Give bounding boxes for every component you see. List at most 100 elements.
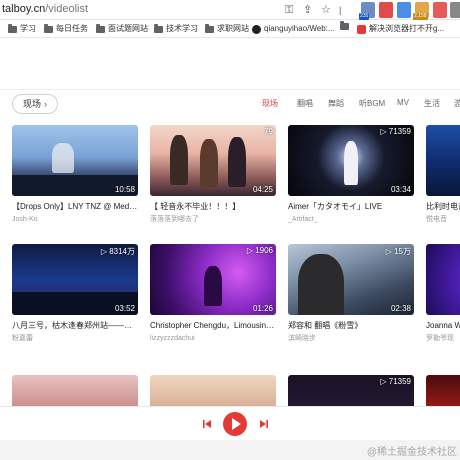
video-duration: 10:58	[114, 185, 135, 194]
video-thumbnail[interactable]	[150, 375, 276, 406]
video-thumbnail[interactable]	[426, 244, 460, 315]
video-author[interactable]: 悦电音	[426, 215, 460, 225]
tab-cover[interactable]: 翻唱	[297, 98, 313, 109]
video-thumbnail[interactable]	[426, 125, 460, 196]
star-icon[interactable]: ☆	[321, 3, 331, 17]
bookmark-jobs[interactable]: 求职网站	[205, 23, 249, 35]
extension-3-icon[interactable]	[397, 2, 411, 18]
video-card[interactable]: 比利时电音 悦电音	[426, 125, 460, 225]
tab-mv[interactable]: MV	[397, 98, 409, 107]
key-icon[interactable]: ⚿	[285, 3, 293, 17]
video-author[interactable]: 罗勒爷现	[426, 334, 460, 344]
video-card[interactable]: ▷ 15万 02:38 郑容和 翻唱《粉雪》 滨崎晓步	[288, 244, 414, 344]
character-figure	[200, 139, 218, 187]
video-thumbnail[interactable]: ▷ 71359 03:34	[288, 125, 414, 196]
video-thumbnail[interactable]: ▷ 1906 01:26	[150, 244, 276, 315]
bookmarks-bar: 学习 每日任务 面试题网站 技术学习 求职网站 qianguyihao/Web:…	[0, 20, 460, 38]
tab-game[interactable]: 游	[454, 98, 460, 109]
video-card[interactable]: 10:58 【Drops Only】LNY TNZ @ Medus... Jos…	[12, 125, 138, 225]
extension-1-badge: 235	[359, 13, 370, 20]
url-path: /videolist	[45, 3, 89, 15]
video-title[interactable]: 【 轻音永不毕业！！！】	[150, 201, 276, 212]
video-duration: 02:38	[390, 304, 411, 313]
extension-1-icon[interactable]: 235	[359, 2, 375, 20]
skip-previous-icon[interactable]	[202, 419, 212, 429]
player-bar	[0, 406, 460, 440]
bottom-strip: @稀土掘金技术社区	[0, 440, 460, 460]
address-bar[interactable]: talboy.cn/videolist ⚿ ⇪ ☆ | 235 2,158	[0, 0, 460, 20]
bookmark-tech[interactable]: 技术学习	[154, 23, 198, 35]
video-card[interactable]: ▷ 1906 01:26 Christopher Chengdu，Limousi…	[150, 244, 276, 344]
folder-icon	[340, 21, 349, 30]
play-icon[interactable]	[223, 412, 247, 436]
tab-bgm[interactable]: 听BGM	[359, 98, 385, 109]
video-card[interactable]: ▷ 8314万 03:52 八月三号，枯木逢春郑州站——《这... 粉嘉蕾	[12, 244, 138, 344]
folder-icon	[154, 23, 163, 33]
extension-6-icon[interactable]	[450, 2, 460, 18]
tab-live[interactable]: 现场	[262, 98, 278, 109]
folder-icon	[44, 23, 53, 33]
video-author[interactable]: lizzyzzzdachui	[150, 334, 276, 344]
skip-next-icon[interactable]	[259, 419, 269, 429]
video-duration: 04:25	[252, 185, 273, 194]
performer-figure	[204, 266, 222, 306]
singer-figure	[344, 141, 358, 185]
bookmark-interview[interactable]: 面试题网站	[96, 23, 148, 35]
extension-5-icon[interactable]	[433, 2, 447, 18]
video-thumbnail[interactable]: 10:58	[12, 125, 138, 196]
video-card[interactable]	[150, 375, 276, 406]
folder-icon	[96, 23, 105, 33]
video-title[interactable]: 比利时电音	[426, 201, 460, 212]
video-title[interactable]: Aimer「カタオモイ」LIVE	[288, 201, 414, 212]
video-card[interactable]: ▷ 71359 03:34 Aimer「カタオモイ」LIVE _Artifact…	[288, 125, 414, 225]
video-title[interactable]: Joanna W	[426, 320, 460, 331]
video-thumbnail[interactable]: ▷ 15万 02:38	[288, 244, 414, 315]
video-card[interactable]: ▷ 20377	[426, 375, 460, 406]
play-count: ▷ 8314万	[100, 247, 135, 256]
url-text[interactable]: talboy.cn/videolist	[2, 3, 88, 15]
video-duration: 03:34	[390, 185, 411, 194]
share-icon[interactable]: ⇪	[303, 3, 312, 17]
folder-icon	[205, 23, 214, 33]
video-card[interactable]	[12, 375, 138, 406]
bookmark-daily[interactable]: 每日任务	[44, 23, 88, 35]
singer-figure	[298, 254, 344, 315]
extension-2-icon[interactable]	[379, 2, 393, 18]
video-title[interactable]: 【Drops Only】LNY TNZ @ Medus...	[12, 201, 138, 212]
video-card[interactable]: 79 04:25 【 轻音永不毕业！！！】 落落落到哪去了	[150, 125, 276, 225]
video-author[interactable]: 粉嘉蕾	[12, 334, 138, 344]
location-button[interactable]: 现场 ›	[12, 94, 59, 114]
video-duration: 03:52	[114, 304, 135, 313]
video-author[interactable]: 滨崎晓步	[288, 334, 414, 344]
video-thumbnail[interactable]: ▷ 8314万 03:52	[12, 244, 138, 315]
bookmark-fix-browser[interactable]: 解决浏览器打不开g...	[357, 23, 444, 35]
tab-dance[interactable]: 舞蹈	[328, 98, 344, 109]
video-author[interactable]: _Artifact_	[288, 215, 414, 225]
video-author[interactable]: Josh-Ko	[12, 215, 138, 225]
bookmark-folder[interactable]	[340, 21, 349, 30]
play-count: 79	[264, 127, 273, 136]
performer-figure	[52, 143, 74, 173]
video-thumbnail[interactable]: 79 04:25	[150, 125, 276, 196]
video-title[interactable]: Christopher Chengdu，Limousine ...	[150, 320, 276, 331]
github-icon	[252, 24, 261, 34]
video-title[interactable]: 郑容和 翻唱《粉雪》	[288, 320, 414, 331]
location-label: 现场	[23, 99, 42, 109]
video-thumbnail[interactable]: ▷ 71359	[288, 375, 414, 406]
chevron-right-icon: ›	[44, 99, 48, 109]
video-author[interactable]: 落落落到哪去了	[150, 215, 276, 225]
bookmark-study[interactable]: 学习	[8, 23, 36, 35]
extension-4-icon[interactable]: 2,158	[413, 2, 429, 20]
video-card[interactable]: Joanna W 罗勒爷现	[426, 244, 460, 344]
video-thumbnail[interactable]	[12, 375, 138, 406]
video-card[interactable]: ▷ 71359	[288, 375, 414, 406]
play-count: ▷ 15万	[385, 247, 411, 256]
video-thumbnail[interactable]: ▷ 20377	[426, 375, 460, 406]
tab-life[interactable]: 生活	[424, 98, 440, 109]
divider: |	[339, 5, 342, 15]
url-host: talboy.cn	[2, 3, 46, 15]
video-title[interactable]: 八月三号，枯木逢春郑州站——《这...	[12, 320, 138, 331]
watermark: @稀土掘金技术社区	[366, 447, 457, 458]
character-figure	[228, 137, 246, 187]
bookmark-github[interactable]: qianguyihao/Web:...	[252, 23, 335, 35]
